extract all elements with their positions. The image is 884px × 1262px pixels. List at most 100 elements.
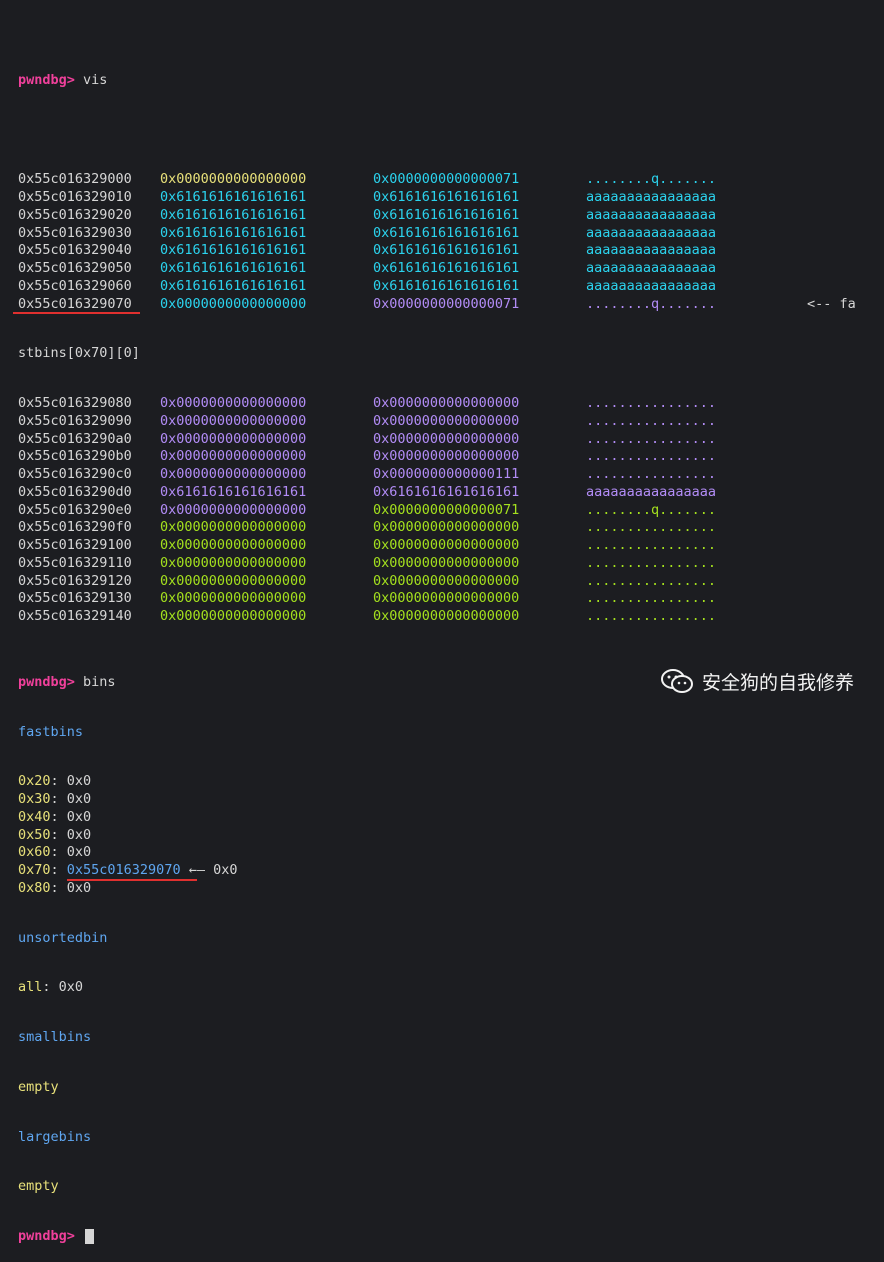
fastbin-size: 0x50 [18,826,51,843]
memory-row: 0x55c016329020 0x6161616161616161 0x616161… [18,207,878,225]
fastbin-value: 0x0 [66,773,92,790]
memory-row: 0x55c016329040 0x6161616161616161 0x616161… [18,242,878,260]
memory-row: 0x55c016329070 0x0000000000000000 0x000000… [13,295,878,314]
fastbin-entry: 0x60: 0x0 [18,844,92,861]
qword-1: 0x0000000000000000 [160,466,307,482]
text-cursor[interactable] [85,1228,95,1244]
fastbins-list: 0x20: 0x0 0x30: 0x0 0x40: 0x0 0x50: 0x0 0x60… [18,773,878,897]
ascii-dump: aaaaaaaaaaaaaaaa [586,189,717,205]
qword-1: 0x0000000000000000 [160,412,307,429]
row-address: 0x55c016329130 [18,590,132,607]
qword-1: 0x6161616161616161 [160,242,307,259]
qword-2: 0x0000000000000000 [373,537,520,553]
qword-2: 0x6161616161616161 [373,483,520,500]
fastbin-entry: 0x50: 0x0 [18,826,92,843]
qword-2: 0x0000000000000000 [373,412,520,429]
fastbin-entry: 0x40: 0x0 [18,808,92,825]
unsorted-key: all [18,979,43,996]
fastbin-entry: 0x80: 0x0 [18,879,92,896]
qword-1: 0x0000000000000000 [160,430,307,447]
fastbin-value: 0x0 [66,826,92,843]
fastbin-value: 0x0 [66,844,92,861]
ascii-dump: aaaaaaaaaaaaaaaa [586,260,717,276]
qword-1: 0x0000000000000000 [160,501,307,518]
memory-row: 0x55c0163290a0 0x0000000000000000 0x000000… [18,431,878,449]
fastbin-entry: 0x30: 0x0 [18,791,92,807]
ascii-dump: ................ [586,608,717,624]
row-address: 0x55c0163290d0 [18,483,132,500]
qword-1: 0x0000000000000000 [160,572,307,589]
memory-row: 0x55c016329130 0x0000000000000000 0x000000… [18,590,878,608]
fastbin-value: 0x0 [66,791,92,807]
ascii-dump: ................ [586,572,717,589]
wechat-icon [660,669,693,693]
command-text: vis [83,71,108,88]
memory-row: 0x55c016329000 0x0000000000000000 0x000000… [18,171,878,189]
qword-1: 0x0000000000000000 [160,554,307,571]
qword-1: 0x6161616161616161 [160,224,307,241]
ascii-dump: aaaaaaaaaaaaaaaa [586,277,717,294]
memory-row: 0x55c0163290c0 0x0000000000000000 0x000000… [18,466,878,484]
ascii-dump: ................ [586,412,717,429]
qword-1: 0x0000000000000000 [160,608,307,624]
qword-1: 0x0000000000000000 [160,448,307,465]
fastbin-entry: 0x70: 0x55c016329070 ←— 0x0 [18,862,878,881]
qword-1: 0x0000000000000000 [160,590,307,607]
row-address: 0x55c016329120 [18,572,132,589]
watermark: 安全狗的自我修养 [660,667,854,695]
prompt: pwndbg> [18,1228,75,1244]
unsorted-value: 0x0 [58,979,84,996]
memory-row: 0x55c016329050 0x6161616161616161 0x616161… [18,260,878,278]
fastbin-value: 0x0 [66,808,92,825]
qword-2: 0x0000000000000000 [373,608,520,624]
qword-2: 0x6161616161616161 [373,206,520,223]
qword-1: 0x6161616161616161 [160,206,307,223]
row-address: 0x55c0163290a0 [18,430,132,447]
qword-2: 0x6161616161616161 [373,242,520,259]
row-address: 0x55c0163290e0 [18,501,132,518]
fastbin-size: 0x60 [18,844,51,861]
unsortedbin-header: unsortedbin [18,929,108,946]
ascii-dump: aaaaaaaaaaaaaaaa [586,206,717,223]
row-address: 0x55c0163290b0 [18,448,132,465]
qword-2: 0x0000000000000071 [373,501,520,518]
qword-1: 0x0000000000000000 [160,519,307,536]
fastbin-size: 0x40 [18,808,51,825]
unsortedbin-all: all: 0x0 [18,979,84,996]
qword-2: 0x0000000000000111 [373,466,520,482]
ascii-dump: aaaaaaaaaaaaaaaa [586,242,717,259]
fastbin-note: <-- fa [807,295,856,312]
fastbin-value: 0x55c016329070 [66,862,181,878]
memory-dump-continued: 0x55c016329080 0x0000000000000000 0x000000… [18,395,878,626]
terminal-output: pwndbg> vis 0x55c016329000 0x000000000000… [13,0,878,1262]
fastbin-value: 0x0 [66,879,92,896]
memory-dump: 0x55c016329000 0x0000000000000000 0x000000… [13,171,878,314]
row-address: 0x55c016329140 [18,608,132,624]
smallbins-header: smallbins [18,1029,92,1045]
qword-2: 0x0000000000000000 [373,448,520,465]
qword-2: 0x0000000000000071 [373,295,520,312]
memory-row: 0x55c016329110 0x0000000000000000 0x000000… [18,555,878,573]
qword-1: 0x6161616161616161 [160,277,307,294]
row-address: 0x55c016329080 [18,395,132,411]
fastbin-size: 0x20 [18,773,51,790]
qword-1: 0x0000000000000000 [160,295,307,312]
memory-row: 0x55c0163290e0 0x0000000000000000 0x000000… [18,502,878,520]
memory-row: 0x55c016329010 0x6161616161616161 0x616161… [18,189,878,207]
ascii-dump: ................ [586,519,717,536]
fastbin-size: 0x80 [18,879,51,896]
ascii-dump: ................ [586,466,717,482]
highlight-underline [13,311,140,314]
row-address: 0x55c016329100 [18,537,132,553]
ascii-dump: ................ [586,395,717,411]
row-address: 0x55c0163290f0 [18,519,132,536]
memory-row: 0x55c016329060 0x6161616161616161 0x616161… [18,278,878,296]
row-address: 0x55c016329010 [18,189,132,205]
memory-row: 0x55c0163290d0 0x6161616161616161 0x616161… [18,484,878,502]
row-address: 0x55c0163290c0 [18,466,132,482]
command-line-current[interactable]: pwndbg> [18,1228,878,1246]
qword-1: 0x6161616161616161 [160,483,307,500]
qword-2: 0x0000000000000000 [373,590,520,607]
memory-row: 0x55c016329120 0x0000000000000000 0x000000… [18,573,878,591]
largebins-header: largebins [18,1128,92,1145]
